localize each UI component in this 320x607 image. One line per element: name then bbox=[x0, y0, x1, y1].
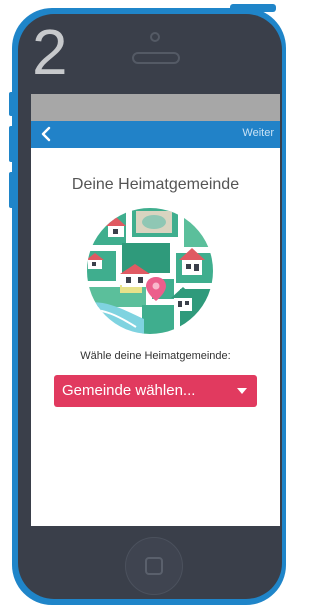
status-bar bbox=[31, 94, 280, 121]
step-number: 2 bbox=[32, 16, 68, 88]
phone-side-button bbox=[9, 126, 15, 162]
municipality-select[interactable]: Gemeinde wählen... bbox=[54, 375, 257, 407]
select-prompt-label: Wähle deine Heimatgemeinde: bbox=[80, 350, 231, 362]
home-button[interactable] bbox=[125, 537, 183, 595]
chevron-left-icon[interactable] bbox=[39, 125, 53, 143]
speaker-icon bbox=[132, 52, 180, 64]
page-title: Deine Heimatgemeinde bbox=[71, 176, 240, 193]
nav-bar: Weiter bbox=[31, 121, 280, 148]
next-button[interactable]: Weiter bbox=[242, 127, 274, 139]
village-map-illustration bbox=[87, 208, 213, 334]
camera-icon bbox=[150, 32, 160, 42]
select-value: Gemeinde wählen... bbox=[62, 382, 196, 399]
phone-screen: Weiter Deine Heimatgemeinde Wähle deine … bbox=[31, 94, 280, 526]
caret-down-icon bbox=[237, 388, 247, 394]
phone-side-button bbox=[9, 92, 15, 116]
phone-side-button bbox=[9, 172, 15, 208]
home-square-icon bbox=[145, 557, 163, 575]
